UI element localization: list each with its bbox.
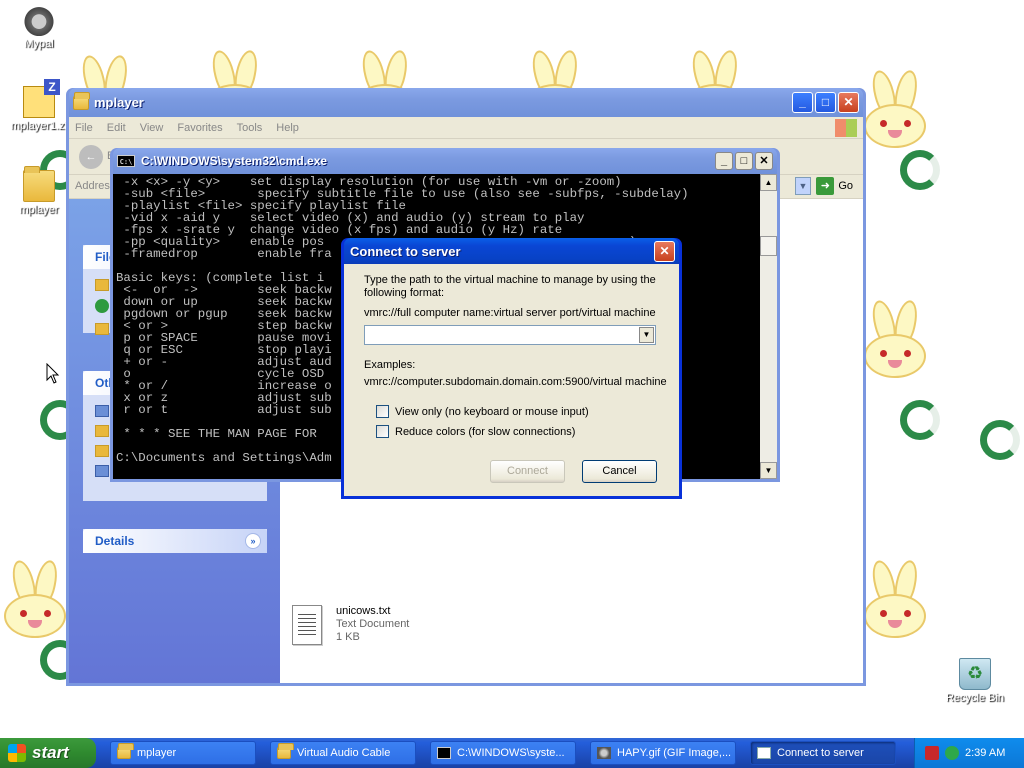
- folder-icon: [95, 425, 109, 437]
- desktop-icon-recycle-bin[interactable]: Recycle Bin: [938, 658, 1012, 704]
- file-type: Text Document: [336, 618, 410, 630]
- cmd-title-bar[interactable]: C:\ C:\WINDOWS\system32\cmd.exe _ □ ✕: [113, 148, 777, 174]
- close-button[interactable]: ✕: [838, 92, 859, 113]
- chevron-down-icon[interactable]: ▼: [639, 327, 654, 343]
- console-icon: C:\: [117, 155, 135, 167]
- menu-view[interactable]: View: [140, 122, 164, 134]
- go-arrow-icon: ➜: [816, 177, 835, 195]
- go-button[interactable]: ➜ Go: [816, 177, 853, 195]
- scroll-thumb[interactable]: [760, 236, 777, 256]
- maximize-button[interactable]: □: [735, 152, 753, 170]
- scroll-up-icon[interactable]: ▲: [760, 174, 777, 191]
- menu-tools[interactable]: Tools: [237, 122, 263, 134]
- console-icon: [437, 747, 451, 759]
- folder-icon: [23, 166, 55, 202]
- text-document-icon: [292, 605, 322, 645]
- my-computer-icon: [95, 405, 109, 417]
- connect-button[interactable]: Connect: [490, 460, 565, 483]
- menu-bar: File Edit View Favorites Tools Help: [69, 117, 863, 139]
- address-label: Addres: [75, 180, 110, 192]
- folder-icon: [277, 743, 294, 759]
- reduce-colors-label: Reduce colors (for slow connections): [395, 425, 576, 438]
- bunny-decoration: [860, 68, 930, 150]
- close-button[interactable]: ✕: [755, 152, 773, 170]
- folder-icon: [95, 279, 109, 291]
- reduce-colors-checkbox[interactable]: [376, 425, 389, 438]
- file-size: 1 KB: [336, 631, 360, 643]
- raccoon-icon: [597, 747, 611, 759]
- document-icon: [757, 747, 771, 759]
- bunny-decoration: [860, 298, 930, 380]
- file-item-unicows[interactable]: unicows.txt Text Document 1 KB: [292, 605, 409, 645]
- format-text: vmrc://full computer name:virtual server…: [364, 307, 656, 319]
- recycle-bin-icon: [959, 658, 991, 690]
- taskbar: start mplayer Virtual Audio Cable C:\WIN…: [0, 738, 1024, 768]
- minimize-button[interactable]: _: [792, 92, 813, 113]
- menu-file[interactable]: File: [75, 122, 93, 134]
- taskbar-item-virtual-audio-cable[interactable]: Virtual Audio Cable: [270, 741, 416, 765]
- menu-favorites[interactable]: Favorites: [177, 122, 222, 134]
- security-shield-icon[interactable]: [925, 746, 939, 760]
- menu-edit[interactable]: Edit: [107, 122, 126, 134]
- expand-chevron-icon[interactable]: »: [245, 533, 261, 549]
- scarf-decoration: [980, 420, 1020, 460]
- view-only-label: View only (no keyboard or mouse input): [395, 405, 589, 418]
- explorer-title-bar[interactable]: mplayer _ □ ✕: [69, 88, 863, 117]
- desktop-icon-mplayer-zip[interactable]: mplayer1.zi: [2, 79, 76, 132]
- zip-archive-icon: [23, 79, 60, 118]
- connect-dialog[interactable]: Connect to server ✕ Type the path to the…: [341, 238, 682, 499]
- start-button[interactable]: start: [0, 738, 96, 768]
- scarf-decoration: [900, 400, 940, 440]
- bunny-decoration: [0, 558, 70, 640]
- windows-logo-icon: [835, 118, 857, 137]
- address-dropdown-icon[interactable]: ▼: [795, 177, 811, 195]
- globe-icon: [95, 299, 109, 313]
- details-header[interactable]: Details »: [83, 529, 267, 553]
- system-tray: 2:39 AM: [914, 738, 1024, 768]
- scroll-down-icon[interactable]: ▼: [760, 462, 777, 479]
- details-pane: Details »: [83, 529, 267, 553]
- view-only-checkbox-row[interactable]: View only (no keyboard or mouse input): [376, 405, 589, 418]
- examples-label: Examples:: [364, 359, 416, 371]
- view-only-checkbox[interactable]: [376, 405, 389, 418]
- folder-icon: [117, 743, 134, 759]
- folder-icon: [95, 445, 109, 457]
- mouse-pointer-icon: [46, 363, 60, 384]
- network-icon[interactable]: [945, 746, 959, 760]
- vm-path-combobox[interactable]: ▼: [364, 325, 656, 345]
- example-text: vmrc://computer.subdomain.domain.com:590…: [364, 376, 667, 388]
- cancel-button[interactable]: Cancel: [582, 460, 657, 483]
- instruction-text: Type the path to the virtual machine to …: [364, 274, 656, 299]
- minimize-button[interactable]: _: [715, 152, 733, 170]
- desktop-icon-mypal[interactable]: Mypal: [2, 4, 76, 50]
- reduce-colors-checkbox-row[interactable]: Reduce colors (for slow connections): [376, 425, 575, 438]
- bunny-decoration: [860, 558, 930, 640]
- network-icon: [95, 465, 109, 477]
- close-button[interactable]: ✕: [654, 240, 675, 262]
- dialog-title: Connect to server: [350, 243, 461, 259]
- taskbar-item-hapy-gif[interactable]: HAPY.gif (GIF Image,...: [590, 741, 736, 765]
- taskbar-item-connect-to-server[interactable]: Connect to server: [750, 741, 896, 765]
- console-scrollbar[interactable]: ▲ ▼: [760, 174, 777, 479]
- back-arrow-icon[interactable]: ←: [79, 145, 103, 169]
- dialog-body: Type the path to the virtual machine to …: [344, 264, 679, 496]
- clock[interactable]: 2:39 AM: [965, 747, 1005, 759]
- raccoon-icon: [23, 4, 55, 36]
- taskbar-item-cmd[interactable]: C:\WINDOWS\syste...: [430, 741, 576, 765]
- explorer-title: mplayer: [94, 95, 144, 110]
- maximize-button[interactable]: □: [815, 92, 836, 113]
- taskbar-item-mplayer[interactable]: mplayer: [110, 741, 256, 765]
- dialog-title-bar[interactable]: Connect to server ✕: [344, 238, 679, 264]
- folder-icon: [73, 91, 90, 110]
- windows-logo-icon: [8, 744, 26, 762]
- desktop-icon-mplayer-folder[interactable]: mplayer: [2, 166, 76, 216]
- menu-help[interactable]: Help: [276, 122, 299, 134]
- file-name: unicows.txt: [336, 605, 391, 617]
- folder-icon: [95, 323, 109, 335]
- scarf-decoration: [900, 150, 940, 190]
- cmd-title: C:\WINDOWS\system32\cmd.exe: [141, 154, 328, 168]
